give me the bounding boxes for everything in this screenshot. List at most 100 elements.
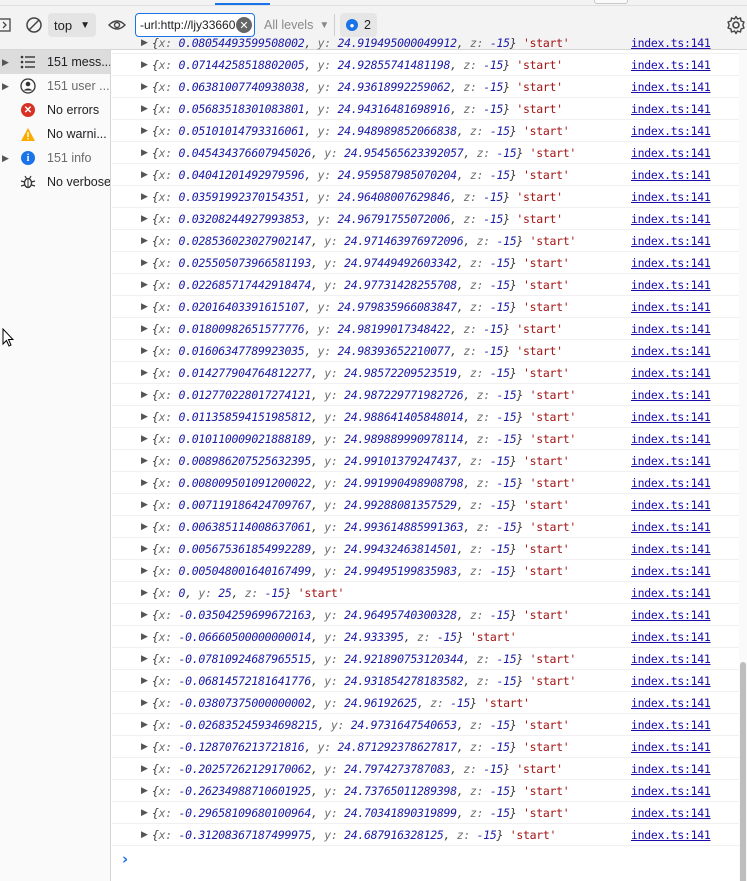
source-link[interactable]: index.ts:141 xyxy=(631,718,711,732)
expand-arrow-icon[interactable]: ▶ xyxy=(141,279,148,290)
console-scrollbar[interactable] xyxy=(739,50,747,881)
expand-arrow-icon[interactable]: ▶ xyxy=(141,477,148,488)
log-entry[interactable]: ▶ {x: 0.05101014793316061, y: 24.94898985… xyxy=(112,120,739,142)
context-selector[interactable]: top ▼ xyxy=(48,13,96,37)
expand-arrow-icon[interactable]: ▶ xyxy=(141,521,148,532)
expand-arrow-icon[interactable]: ▶ xyxy=(141,543,148,554)
expand-arrow-icon[interactable]: ▶ xyxy=(141,763,148,774)
source-link[interactable]: index.ts:141 xyxy=(631,168,711,182)
expand-arrow-icon[interactable]: ▶ xyxy=(141,609,148,620)
expand-arrow-icon[interactable]: ▶ xyxy=(2,57,9,68)
log-entry[interactable]: ▶ {x: 0.028536023027902147, y: 24.9714639… xyxy=(112,230,739,252)
source-link[interactable]: index.ts:141 xyxy=(631,146,711,160)
source-link[interactable]: index.ts:141 xyxy=(631,476,711,490)
expand-arrow-icon[interactable]: ▶ xyxy=(141,81,148,92)
log-entry[interactable]: ▶ {x: 0, y: 25, z: -15} 'start' index.ts:1… xyxy=(112,582,739,604)
source-link[interactable]: index.ts:141 xyxy=(631,212,711,226)
log-entry[interactable]: ▶ {x: 0.025505073966581193, y: 24.9744949… xyxy=(112,252,739,274)
source-link[interactable]: index.ts:141 xyxy=(631,740,711,754)
source-link[interactable]: index.ts:141 xyxy=(631,674,711,688)
clear-filter-icon[interactable]: ✕ xyxy=(236,17,252,33)
source-link[interactable]: index.ts:141 xyxy=(631,388,711,402)
sidebar-item-info[interactable]: ▶ i 151 info xyxy=(0,146,110,170)
expand-arrow-icon[interactable]: ▶ xyxy=(141,829,148,840)
source-link[interactable]: index.ts:141 xyxy=(631,564,711,578)
scrollbar-thumb[interactable] xyxy=(740,662,746,881)
source-link[interactable]: index.ts:141 xyxy=(631,190,711,204)
log-entry[interactable]: ▶ {x: 0.03208244927993853, y: 24.96791755… xyxy=(112,208,739,230)
source-link[interactable]: index.ts:141 xyxy=(631,806,711,820)
source-link[interactable]: index.ts:141 xyxy=(631,344,711,358)
log-entry[interactable]: ▶ {x: 0.06381007740938038, y: 24.93618992… xyxy=(112,76,739,98)
source-link[interactable]: index.ts:141 xyxy=(631,696,711,710)
sidebar-item-errors[interactable]: ✕ No errors xyxy=(0,98,110,122)
clear-console-icon[interactable] xyxy=(24,15,44,35)
expand-arrow-icon[interactable]: ▶ xyxy=(141,741,148,752)
source-link[interactable]: index.ts:141 xyxy=(631,102,711,116)
log-entry[interactable]: ▶ {x: 0.007119186424709767, y: 24.9928808… xyxy=(112,494,739,516)
expand-arrow-icon[interactable]: ▶ xyxy=(141,719,148,730)
expand-arrow-icon[interactable]: ▶ xyxy=(141,411,148,422)
log-entry[interactable]: ▶ {x: 0.03591992370154351, y: 24.96408007… xyxy=(112,186,739,208)
expand-arrow-icon[interactable]: ▶ xyxy=(141,455,148,466)
source-link[interactable]: index.ts:141 xyxy=(631,762,711,776)
expand-arrow-icon[interactable]: ▶ xyxy=(141,785,148,796)
expand-arrow-icon[interactable]: ▶ xyxy=(141,59,148,70)
log-entry[interactable]: ▶ {x: -0.026835245934698215, y: 24.973164… xyxy=(112,714,739,736)
log-entry[interactable]: ▶ {x: -0.26234988710601925, y: 24.7376501… xyxy=(112,780,739,802)
log-entry[interactable]: ▶ {x: 0.010110009021888189, y: 24.9898899… xyxy=(112,428,739,450)
source-link[interactable]: index.ts:141 xyxy=(631,454,711,468)
source-link[interactable]: index.ts:141 xyxy=(631,256,711,270)
expand-arrow-icon[interactable]: ▶ xyxy=(141,257,148,268)
log-entry[interactable]: ▶ {x: 0.005048001640167499, y: 24.9949519… xyxy=(112,560,739,582)
toggle-sidebar-icon[interactable] xyxy=(0,15,12,35)
log-entry[interactable]: ▶ {x: -0.03807375000000002, y: 24.9619262… xyxy=(112,692,739,714)
expand-arrow-icon[interactable]: ▶ xyxy=(141,653,148,664)
source-link[interactable]: index.ts:141 xyxy=(631,432,711,446)
source-link[interactable]: index.ts:141 xyxy=(631,784,711,798)
log-entry[interactable]: ▶ {x: -0.31208367187499975, y: 24.6879163… xyxy=(112,824,739,846)
source-link[interactable]: index.ts:141 xyxy=(631,322,711,336)
expand-arrow-icon[interactable]: ▶ xyxy=(141,697,148,708)
expand-arrow-icon[interactable]: ▶ xyxy=(141,323,148,334)
log-entry[interactable]: ▶ {x: 0.014277904764812277, y: 24.9857220… xyxy=(112,362,739,384)
expand-arrow-icon[interactable]: ▶ xyxy=(141,675,148,686)
expand-arrow-icon[interactable]: ▶ xyxy=(141,587,148,598)
log-entry[interactable]: ▶ {x: 0.022685717442918474, y: 24.9773142… xyxy=(112,274,739,296)
log-entry[interactable]: ▶ {x: 0.08054493599508002, y: 24.91949500… xyxy=(112,32,739,54)
expand-arrow-icon[interactable]: ▶ xyxy=(141,147,148,158)
source-link[interactable]: index.ts:141 xyxy=(631,278,711,292)
sidebar-item-messages[interactable]: ▶ 151 mess... xyxy=(0,50,110,74)
expand-arrow-icon[interactable]: ▶ xyxy=(141,103,148,114)
expand-arrow-icon[interactable]: ▶ xyxy=(141,37,148,48)
source-link[interactable]: index.ts:141 xyxy=(631,586,711,600)
log-entry[interactable]: ▶ {x: 0.04041201492979596, y: 24.95958798… xyxy=(112,164,739,186)
source-link[interactable]: index.ts:141 xyxy=(631,828,711,842)
log-entry[interactable]: ▶ {x: 0.045434376607945026, y: 24.9545656… xyxy=(112,142,739,164)
log-entry[interactable]: ▶ {x: -0.06814572181641776, y: 24.9318542… xyxy=(112,670,739,692)
expand-arrow-icon[interactable]: ▶ xyxy=(141,807,148,818)
source-link[interactable]: index.ts:141 xyxy=(631,630,711,644)
source-link[interactable]: index.ts:141 xyxy=(631,58,711,72)
expand-arrow-icon[interactable]: ▶ xyxy=(141,301,148,312)
source-link[interactable]: index.ts:141 xyxy=(631,234,711,248)
source-link[interactable]: index.ts:141 xyxy=(631,542,711,556)
expand-arrow-icon[interactable]: ▶ xyxy=(141,235,148,246)
expand-arrow-icon[interactable]: ▶ xyxy=(141,125,148,136)
log-entry[interactable]: ▶ {x: 0.005675361854992289, y: 24.9943246… xyxy=(112,538,739,560)
source-link[interactable]: index.ts:141 xyxy=(631,80,711,94)
expand-arrow-icon[interactable]: ▶ xyxy=(141,367,148,378)
source-link[interactable]: index.ts:141 xyxy=(631,652,711,666)
expand-arrow-icon[interactable]: ▶ xyxy=(141,389,148,400)
source-link[interactable]: index.ts:141 xyxy=(631,300,711,314)
expand-arrow-icon[interactable]: ▶ xyxy=(141,499,148,510)
log-entry[interactable]: ▶ {x: 0.01606347789923035, y: 24.98393652… xyxy=(112,340,739,362)
log-entry[interactable]: ▶ {x: 0.008986207525632395, y: 24.9910137… xyxy=(112,450,739,472)
log-entry[interactable]: ▶ {x: -0.03504259699672163, y: 24.9649574… xyxy=(112,604,739,626)
log-entry[interactable]: ▶ {x: 0.006385114008637061, y: 24.9936148… xyxy=(112,516,739,538)
log-entry[interactable]: ▶ {x: 0.008009501091200022, y: 24.9919904… xyxy=(112,472,739,494)
source-link[interactable]: index.ts:141 xyxy=(631,36,711,50)
log-entry[interactable]: ▶ {x: 0.011358594151985812, y: 24.9886414… xyxy=(112,406,739,428)
source-link[interactable]: index.ts:141 xyxy=(631,520,711,534)
log-entry[interactable]: ▶ {x: -0.29658109680100964, y: 24.7034189… xyxy=(112,802,739,824)
